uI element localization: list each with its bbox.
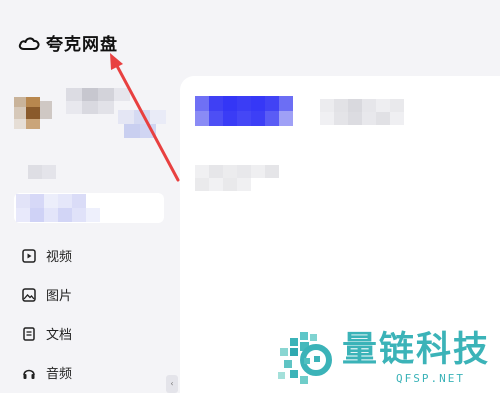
active-nav-item-blurred [16, 194, 100, 222]
brand[interactable]: 夸克网盘 [18, 30, 118, 55]
watermark: 量链科技 QFSP.NET [276, 330, 490, 388]
nav-item-label: 音频 [46, 367, 73, 382]
document-icon [23, 326, 35, 341]
watermark-url: QFSP.NET [396, 372, 465, 385]
nav-item-document[interactable]: 文档 [22, 314, 72, 353]
nav-item-video[interactable]: 视频 [22, 236, 72, 275]
image-icon [22, 287, 36, 302]
nav-item-label: 图片 [46, 289, 73, 304]
watermark-logo-icon [278, 332, 332, 384]
video-icon [22, 248, 36, 263]
content-row-blurred [195, 165, 295, 191]
watermark-title: 量链科技 [342, 330, 491, 370]
nav-item-label: 视频 [46, 250, 73, 265]
audio-icon [23, 369, 35, 379]
nav-item-audio[interactable]: 音频 [22, 353, 72, 392]
sidebar: 夸克网盘 视频 图片 文档 音频 ‹ [0, 0, 178, 393]
secondary-action-blurred[interactable] [320, 99, 410, 125]
cloud-icon [18, 37, 40, 50]
membership-badge-blurred[interactable] [118, 110, 168, 138]
category-nav: 视频 图片 文档 音频 [22, 236, 72, 392]
avatar[interactable] [14, 97, 54, 129]
nav-item-label: 文档 [46, 328, 73, 343]
sidebar-scrollbar[interactable]: ‹ [166, 375, 178, 393]
primary-action-blurred[interactable] [195, 96, 305, 126]
section-heading-blurred [28, 165, 58, 179]
app-title: 夸克网盘 [46, 35, 118, 55]
nav-item-image[interactable]: 图片 [22, 275, 72, 314]
